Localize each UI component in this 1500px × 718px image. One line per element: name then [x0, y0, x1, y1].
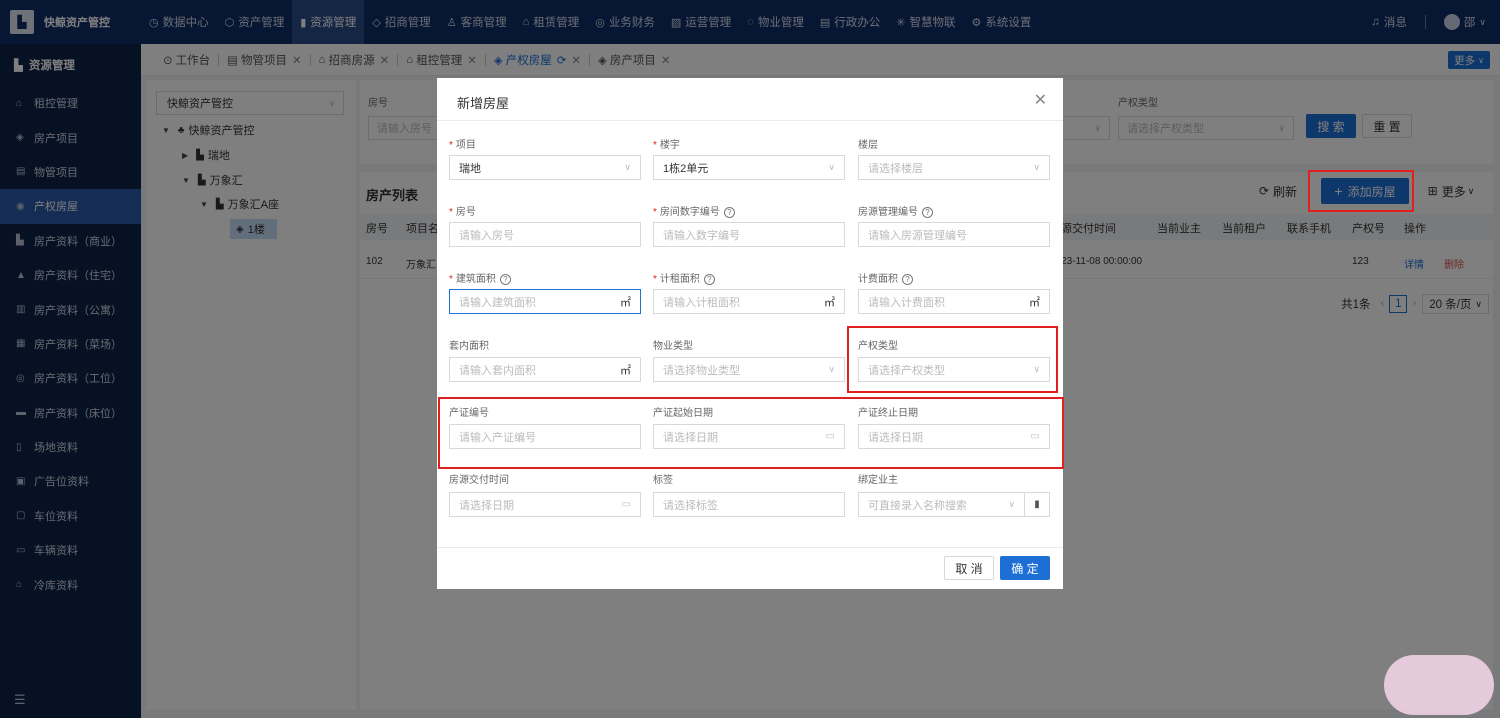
delivery-text: 请选择日期 — [459, 499, 514, 512]
rent-area-text: 请输入计租面积 — [663, 296, 740, 309]
delivery-label: 房源交付时间 — [449, 475, 509, 486]
field-label: * 房间数字编号? — [653, 203, 735, 218]
highlight-box — [847, 326, 1058, 393]
fee-area-label: 计费面积 — [858, 274, 898, 285]
required-mark: * — [449, 140, 453, 151]
help-icon[interactable]: ? — [922, 207, 933, 218]
room-code-input[interactable]: 请输入房源管理编号 — [858, 222, 1050, 247]
help-icon[interactable]: ? — [902, 274, 913, 285]
divider — [437, 547, 1063, 548]
floor-text: 请选择楼层 — [868, 162, 923, 175]
confirm-button[interactable]: 确 定 — [1000, 556, 1050, 580]
chevron-down-icon: ∨ — [1008, 499, 1015, 509]
build-area-text: 请输入建筑面积 — [459, 296, 536, 309]
tags-text: 请选择标签 — [663, 499, 718, 512]
field-label: 标签 — [653, 471, 673, 486]
field-label: * 房号 — [449, 203, 476, 218]
unit-label: ㎡ — [620, 296, 631, 309]
build-area-label: 建筑面积 — [455, 274, 496, 285]
floor-label: 楼层 — [858, 140, 878, 151]
room-code-label: 房源管理编号 — [858, 207, 918, 218]
building-label: 楼宇 — [659, 140, 680, 151]
tags-label: 标签 — [653, 475, 673, 486]
help-icon[interactable]: ? — [703, 274, 715, 285]
field-label: 绑定业主 — [858, 471, 898, 486]
owner-label: 绑定业主 — [858, 475, 898, 486]
inner-area-text: 请输入套内面积 — [459, 364, 536, 377]
required-mark: * — [653, 140, 657, 151]
room-code-text: 请输入房源管理编号 — [868, 229, 967, 242]
tags-input[interactable]: 请选择标签 — [653, 492, 845, 517]
calendar-icon: ▭ — [621, 499, 631, 510]
close-icon[interactable]: ✕ — [1034, 90, 1047, 110]
inner-area-label: 套内面积 — [449, 341, 489, 352]
inner-area-input[interactable]: 请输入套内面积 ㎡ — [449, 357, 641, 382]
owner-text: 可直接录入名称搜索 — [868, 499, 967, 512]
dialog-title: 新增房屋 — [457, 96, 510, 111]
field-label: 房源管理编号? — [858, 203, 933, 218]
cancel-button[interactable]: 取 消 — [944, 556, 994, 580]
required-mark: * — [449, 274, 453, 285]
project-select[interactable]: 瑞地 ∨ — [449, 155, 641, 180]
room-text: 请输入房号 — [459, 229, 514, 242]
owner-select[interactable]: 可直接录入名称搜索 ∨ — [858, 492, 1025, 517]
floor-select[interactable]: 请选择楼层 ∨ — [858, 155, 1050, 180]
rent-area-input[interactable]: 请输入计租面积 ㎡ — [653, 289, 845, 314]
field-label: * 楼宇 — [653, 136, 680, 151]
required-mark: * — [449, 207, 453, 218]
field-label: 房源交付时间 — [449, 471, 509, 486]
delivery-input[interactable]: 请选择日期 ▭ — [449, 492, 641, 517]
chevron-down-icon: ∨ — [1033, 162, 1040, 172]
field-label: 计费面积? — [858, 270, 913, 285]
chevron-down-icon: ∨ — [624, 162, 631, 172]
fee-area-input[interactable]: 请输入计费面积 ㎡ — [858, 289, 1050, 314]
owner-picker-icon[interactable]: ▮ — [1024, 492, 1050, 517]
room-label: 房号 — [455, 207, 476, 218]
help-icon[interactable]: ? — [499, 274, 511, 285]
fee-area-text: 请输入计费面积 — [868, 296, 945, 309]
field-label: 套内面积 — [449, 337, 489, 352]
prop-type-label: 物业类型 — [653, 341, 693, 352]
room-input[interactable]: 请输入房号 — [449, 222, 641, 247]
help-icon[interactable]: ? — [723, 207, 735, 218]
prop-type-select[interactable]: 请选择物业类型 ∨ — [653, 357, 845, 382]
field-label: * 建筑面积? — [449, 270, 511, 285]
chevron-down-icon: ∨ — [828, 162, 835, 172]
build-area-input[interactable]: 请输入建筑面积 ㎡ — [449, 289, 641, 314]
chevron-down-icon: ∨ — [828, 364, 835, 374]
required-mark: * — [653, 274, 657, 285]
mascot-sticker — [1384, 655, 1494, 715]
room-digit-label: 房间数字编号 — [659, 207, 720, 218]
room-digit-text: 请输入数字编号 — [663, 229, 740, 242]
divider — [437, 120, 1063, 121]
project-label: 项目 — [455, 140, 476, 151]
project-text: 瑞地 — [459, 162, 481, 175]
field-label: * 计租面积? — [653, 270, 715, 285]
prop-type-text: 请选择物业类型 — [663, 364, 740, 377]
unit-label: ㎡ — [824, 296, 835, 309]
unit-label: ㎡ — [1029, 296, 1040, 309]
room-digit-input[interactable]: 请输入数字编号 — [653, 222, 845, 247]
field-label: 物业类型 — [653, 337, 693, 352]
field-label: * 项目 — [449, 136, 476, 151]
add-house-dialog: 新增房屋 ✕ * 项目 瑞地 ∨ * 楼宇 1栋2单元 ∨ 楼层 请选择楼层 ∨ * 房号 请输入房号 * 房… — [437, 78, 1064, 589]
building-select[interactable]: 1栋2单元 ∨ — [653, 155, 845, 180]
building-text: 1栋2单元 — [663, 162, 709, 175]
required-mark: * — [653, 207, 657, 218]
highlight-box — [438, 397, 1064, 469]
highlight-box — [1308, 170, 1414, 212]
unit-label: ㎡ — [620, 364, 631, 377]
field-label: 楼层 — [858, 136, 878, 151]
rent-area-label: 计租面积 — [659, 274, 700, 285]
